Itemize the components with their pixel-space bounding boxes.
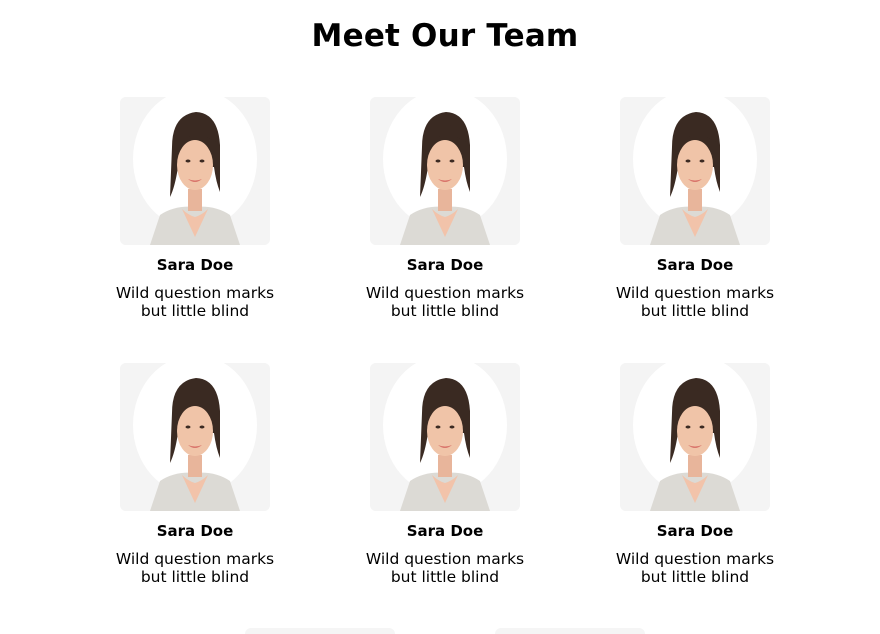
team-member-name: Sara Doe <box>406 522 484 540</box>
next-row-photo-edge <box>495 628 645 634</box>
team-member-description: Wild question marks but little blind <box>350 550 540 586</box>
team-member-description: Wild question marks but little blind <box>100 550 290 586</box>
team-member-name: Sara Doe <box>656 256 734 274</box>
team-grid: Sara Doe Wild question marks but little … <box>0 0 880 634</box>
team-member-description-line: but little blind <box>640 302 750 320</box>
team-member-description-line: but little blind <box>140 568 250 586</box>
team-member-description: Wild question marks but little blind <box>100 284 290 320</box>
team-member-description: Wild question marks but little blind <box>350 284 540 320</box>
team-member-description-line: Wild question marks <box>615 550 775 568</box>
team-member-photo <box>370 363 520 511</box>
team-member-name: Sara Doe <box>156 256 234 274</box>
team-member-description-line: but little blind <box>640 568 750 586</box>
team-member-description: Wild question marks but little blind <box>600 550 790 586</box>
next-row-photo-edge <box>245 628 395 634</box>
team-member-photo <box>620 363 770 511</box>
team-member-description: Wild question marks but little blind <box>600 284 790 320</box>
team-member-photo <box>370 97 520 245</box>
team-member-description-line: Wild question marks <box>115 550 275 568</box>
team-member-description-line: but little blind <box>140 302 250 320</box>
team-member-description-line: Wild question marks <box>365 284 525 302</box>
team-member-name: Sara Doe <box>656 522 734 540</box>
team-member-description-line: Wild question marks <box>365 550 525 568</box>
team-member-description-line: Wild question marks <box>615 284 775 302</box>
team-member-name: Sara Doe <box>406 256 484 274</box>
team-member-photo <box>120 363 270 511</box>
team-member-photo <box>120 97 270 245</box>
team-member-name: Sara Doe <box>156 522 234 540</box>
team-member-description-line: but little blind <box>390 568 500 586</box>
team-member-description-line: Wild question marks <box>115 284 275 302</box>
team-member-description-line: but little blind <box>390 302 500 320</box>
team-member-photo <box>620 97 770 245</box>
